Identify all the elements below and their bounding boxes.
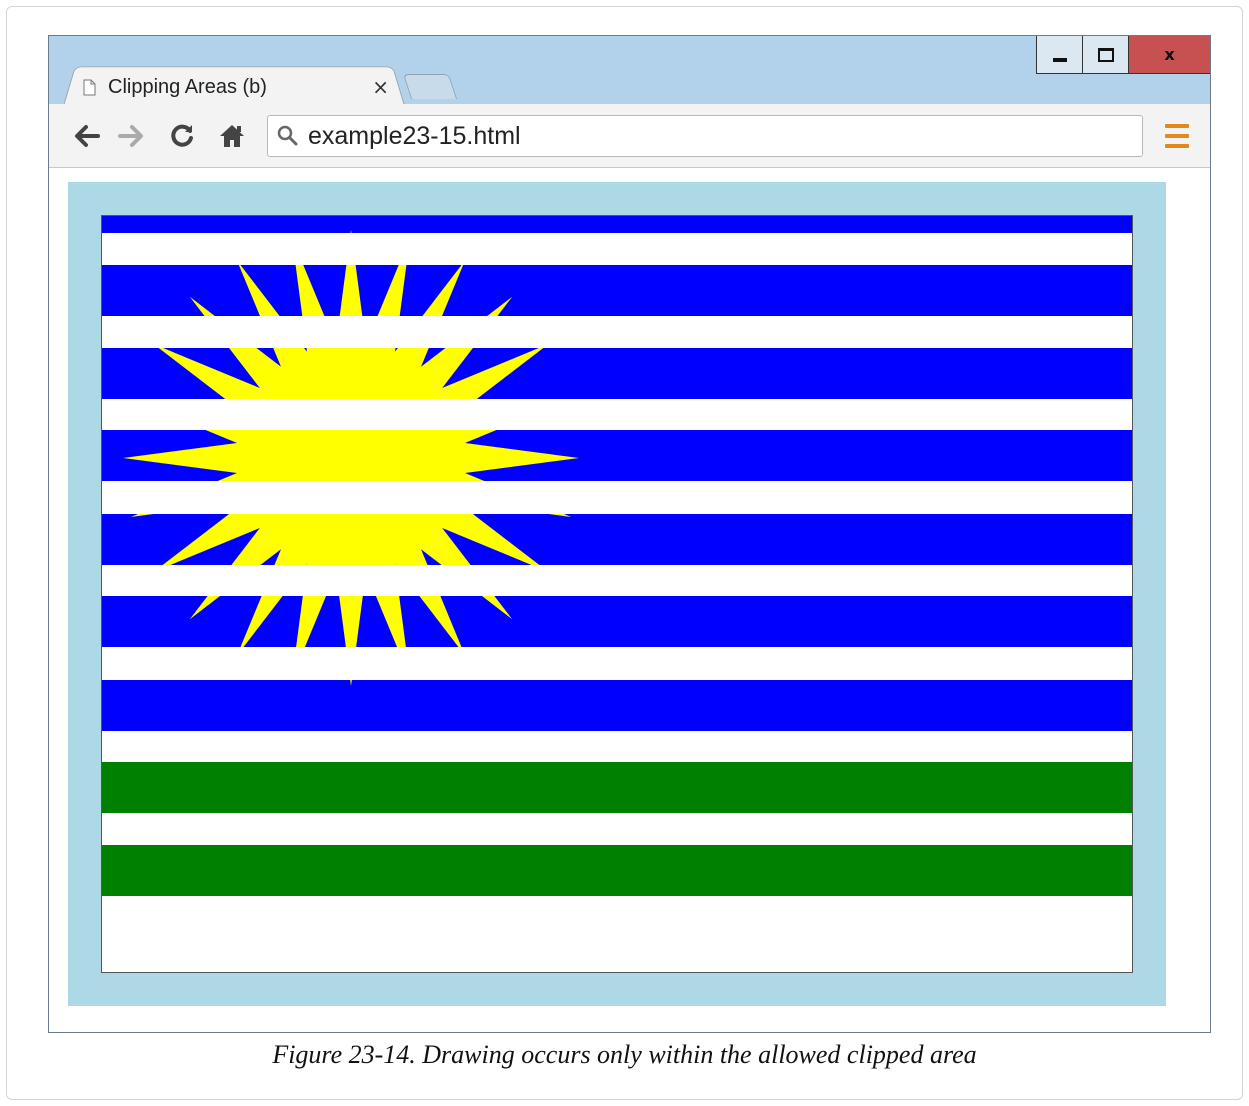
close-window-label: x (1164, 45, 1175, 64)
tab-content[interactable]: Clipping Areas (b) × (83, 72, 393, 102)
address-bar[interactable]: example23-15.html (267, 115, 1143, 157)
browser-window: x Clipping Areas (b) × example23-15.html (48, 35, 1211, 1033)
menu-icon[interactable] (1165, 124, 1189, 148)
stripes-layer (101, 215, 1133, 973)
green-stripe (101, 762, 1133, 813)
window-controls: x (1036, 36, 1210, 74)
blue-stripe (101, 680, 1133, 731)
back-arrow-icon[interactable] (69, 120, 103, 152)
maximize-button[interactable] (1083, 36, 1129, 73)
reload-icon[interactable] (165, 120, 199, 152)
flag-drawing (101, 215, 1133, 973)
forward-arrow-icon[interactable] (115, 120, 149, 152)
home-icon[interactable] (215, 120, 249, 152)
tab-close-icon[interactable]: × (372, 75, 389, 99)
tab-title: Clipping Areas (b) (108, 75, 267, 98)
sun-star (123, 230, 579, 686)
canvas (68, 182, 1166, 1006)
minimize-icon (1052, 57, 1067, 62)
figure-caption: Figure 23-14. Drawing occurs only within… (272, 1040, 977, 1069)
new-tab-button[interactable] (402, 74, 458, 99)
sun-layer (123, 230, 579, 686)
blue-stripe (101, 215, 1133, 233)
search-icon (268, 116, 308, 156)
page-viewport (49, 168, 1210, 1032)
document-icon (83, 79, 96, 96)
toolbar: example23-15.html (49, 104, 1210, 168)
maximize-icon (1097, 47, 1114, 62)
close-window-button[interactable]: x (1129, 36, 1210, 73)
green-stripe (101, 845, 1133, 896)
url-text: example23-15.html (308, 121, 521, 150)
minimize-button[interactable] (1037, 36, 1083, 73)
